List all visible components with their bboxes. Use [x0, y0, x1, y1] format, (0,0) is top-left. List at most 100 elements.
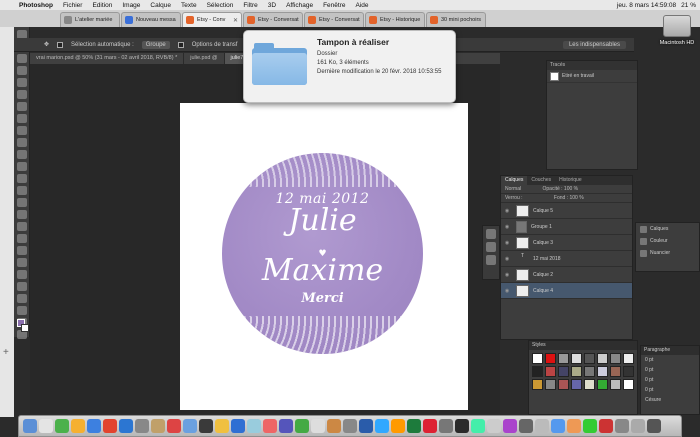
dock-app-icon[interactable]: [263, 419, 277, 433]
paragraph-panel-header[interactable]: Paragraphe: [641, 346, 699, 355]
dock-app-icon[interactable]: [23, 419, 37, 433]
tool-button-icon[interactable]: [16, 210, 27, 219]
style-swatch[interactable]: [571, 353, 582, 364]
tool-button-icon[interactable]: [16, 66, 27, 75]
dock-app-icon[interactable]: [103, 419, 117, 433]
menu-item-affichage[interactable]: Affichage: [281, 2, 318, 9]
panel-toggle-icon[interactable]: [486, 242, 496, 252]
doc-tab[interactable]: julie.psd @: [184, 53, 225, 64]
tool-button-icon[interactable]: [16, 222, 27, 231]
hyphenation-checkbox[interactable]: Césure: [641, 395, 699, 405]
dock-app-icon[interactable]: [295, 419, 309, 433]
background-color-swatch[interactable]: [21, 324, 29, 332]
blend-mode-dropdown[interactable]: Normal: [505, 186, 521, 192]
dock-app-icon[interactable]: [503, 419, 517, 433]
browser-tab[interactable]: 30 mini pochoirs: [426, 12, 486, 27]
browser-tab[interactable]: Etsy - Conversat: [304, 12, 364, 27]
browser-tab[interactable]: Etsy - Historique: [365, 12, 425, 27]
style-swatch[interactable]: [610, 366, 621, 377]
visibility-eye-icon[interactable]: ◉: [501, 288, 513, 294]
dock-app-icon[interactable]: [279, 419, 293, 433]
visibility-eye-icon[interactable]: ◉: [501, 208, 513, 214]
layer-row[interactable]: ◉ Calque 4: [501, 283, 632, 299]
dock-app-icon[interactable]: [55, 419, 69, 433]
transform-controls-checkbox[interactable]: [177, 41, 184, 48]
dock-app-icon[interactable]: [567, 419, 581, 433]
style-swatch[interactable]: [571, 379, 582, 390]
menu-item-fenetre[interactable]: Fenêtre: [318, 2, 350, 9]
tool-button-icon[interactable]: [16, 150, 27, 159]
visibility-eye-icon[interactable]: ◉: [501, 272, 513, 278]
style-swatch[interactable]: [532, 353, 543, 364]
battery-status[interactable]: 21 %: [681, 2, 696, 9]
spacing-field[interactable]: 0 pt: [641, 375, 699, 385]
clock[interactable]: jeu. 8 mars 14:59:08: [617, 2, 676, 9]
artwork-circle[interactable]: 12 mai 2012 Julie ♥ Maxime Merci: [222, 153, 423, 354]
dock-app-icon[interactable]: [535, 419, 549, 433]
dock-app-icon[interactable]: [231, 419, 245, 433]
dock-app-icon[interactable]: [71, 419, 85, 433]
tab-couches[interactable]: Couches: [527, 176, 555, 185]
tool-button-icon[interactable]: [16, 102, 27, 111]
dock-app-icon[interactable]: [311, 419, 325, 433]
dock-app-icon[interactable]: [343, 419, 357, 433]
dock-app-icon[interactable]: [215, 419, 229, 433]
dock-app-icon[interactable]: [519, 419, 533, 433]
tool-button-icon[interactable]: [16, 282, 27, 291]
opacity-field[interactable]: Opacité : 100 %: [543, 186, 579, 192]
dock-app-icon[interactable]: [423, 419, 437, 433]
style-swatch[interactable]: [623, 379, 634, 390]
auto-select-checkbox[interactable]: [57, 41, 64, 48]
tool-button-icon[interactable]: [16, 54, 27, 63]
dock-app-icon[interactable]: [167, 419, 181, 433]
dock-app-icon[interactable]: [183, 419, 197, 433]
auto-select-dropdown[interactable]: Groupe: [141, 40, 170, 49]
dock-app-icon[interactable]: [471, 419, 485, 433]
collapsed-panel-nuancier[interactable]: Nuancier: [636, 247, 699, 259]
dock-app-icon[interactable]: [615, 419, 629, 433]
dock-app-icon[interactable]: [487, 419, 501, 433]
visibility-eye-icon[interactable]: ◉: [501, 256, 513, 262]
dock-app-icon[interactable]: [199, 419, 213, 433]
panel-toggle-icon[interactable]: [486, 255, 496, 265]
dock-app-icon[interactable]: [327, 419, 341, 433]
tab-calques[interactable]: Calques: [501, 176, 528, 185]
menu-item-app[interactable]: Photoshop: [14, 2, 58, 9]
menu-item-selection[interactable]: Sélection: [202, 2, 239, 9]
indent-field[interactable]: 0 pt: [641, 365, 699, 375]
style-swatch[interactable]: [532, 379, 543, 390]
tool-button-icon[interactable]: [16, 294, 27, 303]
style-swatch[interactable]: [610, 353, 621, 364]
style-swatch[interactable]: [532, 366, 543, 377]
dock-app-icon[interactable]: [375, 419, 389, 433]
browser-tab[interactable]: Etsy - Conv ✕: [182, 12, 242, 27]
styles-panel-header[interactable]: Styles: [529, 341, 637, 350]
menu-item-calque[interactable]: Calque: [145, 2, 176, 9]
dock-app-icon[interactable]: [455, 419, 469, 433]
dock-app-icon[interactable]: [551, 419, 565, 433]
layer-row[interactable]: ◉ Calque 2: [501, 267, 632, 283]
tool-button-icon[interactable]: [16, 90, 27, 99]
browser-tab[interactable]: Nouveau messa: [121, 12, 181, 27]
style-swatch[interactable]: [545, 353, 556, 364]
dock-app-icon[interactable]: [151, 419, 165, 433]
menu-item-aide[interactable]: Aide: [350, 2, 373, 9]
style-swatch[interactable]: [558, 353, 569, 364]
move-tool-icon[interactable]: ✥: [44, 41, 49, 48]
layer-row[interactable]: ◉ T 12 mai 2018: [501, 251, 632, 267]
menu-item-fichier[interactable]: Fichier: [58, 2, 88, 9]
tool-button-icon[interactable]: [16, 198, 27, 207]
dock-app-icon[interactable]: [359, 419, 373, 433]
dock-app-icon[interactable]: [439, 419, 453, 433]
style-swatch[interactable]: [610, 379, 621, 390]
style-swatch[interactable]: [558, 379, 569, 390]
doc-tab[interactable]: vrai marion.psd @ 50% (31 mars - 02 avri…: [30, 53, 185, 64]
visibility-eye-icon[interactable]: ◉: [501, 224, 513, 230]
dock-app-icon[interactable]: [599, 419, 613, 433]
fill-field[interactable]: Fond : 100 %: [554, 195, 584, 201]
dock-app-icon[interactable]: [87, 419, 101, 433]
tool-button-icon[interactable]: [16, 246, 27, 255]
style-swatch[interactable]: [584, 379, 595, 390]
style-swatch[interactable]: [545, 366, 556, 377]
tool-button-icon[interactable]: [16, 306, 27, 315]
